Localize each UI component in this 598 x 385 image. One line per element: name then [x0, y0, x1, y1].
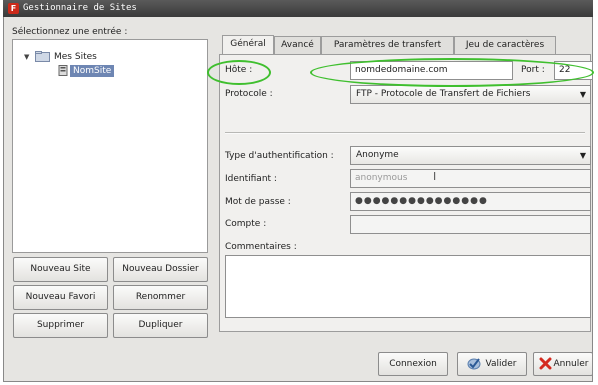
host-port-highlight-annotation — [310, 58, 594, 87]
user-label: Identifiant : — [225, 174, 277, 184]
password-label: Mot de passe : — [225, 197, 291, 207]
protocol-label: Protocole : — [225, 89, 273, 99]
rename-button[interactable]: Renommer — [113, 285, 208, 310]
comments-textarea[interactable] — [225, 255, 591, 318]
comments-label: Commentaires : — [225, 242, 297, 252]
account-label: Compte : — [225, 219, 267, 229]
folder-icon — [35, 51, 50, 62]
new-site-button[interactable]: Nouveau Site — [13, 257, 108, 282]
connect-button[interactable]: Connexion — [378, 352, 448, 376]
cancel-x-icon — [539, 357, 552, 370]
cancel-label: Annuler — [553, 359, 589, 369]
checkmark-icon — [467, 358, 481, 370]
protocol-select[interactable]: FTP - Protocole de Transfert de Fichiers… — [350, 85, 591, 104]
delete-button[interactable]: Supprimer — [13, 313, 108, 338]
auth-type-value: Anonyme — [356, 150, 399, 160]
auth-type-select[interactable]: Anonyme ▼ — [350, 146, 591, 165]
window-title: Gestionnaire de Sites — [23, 3, 137, 13]
duplicate-button[interactable]: Dupliquer — [113, 313, 208, 338]
account-input[interactable] — [350, 215, 591, 234]
tree-root-my-sites[interactable]: Mes Sites — [54, 52, 97, 62]
separator — [225, 132, 585, 134]
expand-arrow-icon[interactable]: ▼ — [24, 53, 29, 61]
tree-item-site[interactable]: NomSite — [70, 65, 115, 77]
new-bookmark-button[interactable]: Nouveau Favori — [13, 285, 108, 310]
tab-advanced[interactable]: Avancé — [274, 36, 321, 54]
tab-transfer-settings[interactable]: Paramètres de transfert — [321, 36, 454, 54]
dropdown-arrow-icon: ▼ — [579, 90, 586, 99]
text-cursor-icon: I — [433, 170, 437, 183]
dropdown-arrow-icon: ▼ — [579, 151, 586, 160]
tree-label: Sélectionnez une entrée : — [12, 27, 128, 37]
auth-type-label: Type d'authentification : — [225, 151, 334, 161]
tab-charset[interactable]: Jeu de caractères — [454, 36, 556, 54]
host-label-highlight-annotation — [207, 60, 271, 85]
app-icon: F — [8, 3, 19, 14]
user-input[interactable]: anonymous — [350, 169, 591, 188]
tab-general[interactable]: Général — [222, 35, 274, 55]
ok-label: Valider — [485, 359, 517, 369]
protocol-value: FTP - Protocole de Transfert de Fichiers — [356, 89, 531, 99]
new-folder-button[interactable]: Nouveau Dossier — [113, 257, 208, 282]
password-input[interactable]: ●●●●●●●●●●●●●●● — [350, 192, 591, 211]
server-icon — [58, 65, 68, 76]
